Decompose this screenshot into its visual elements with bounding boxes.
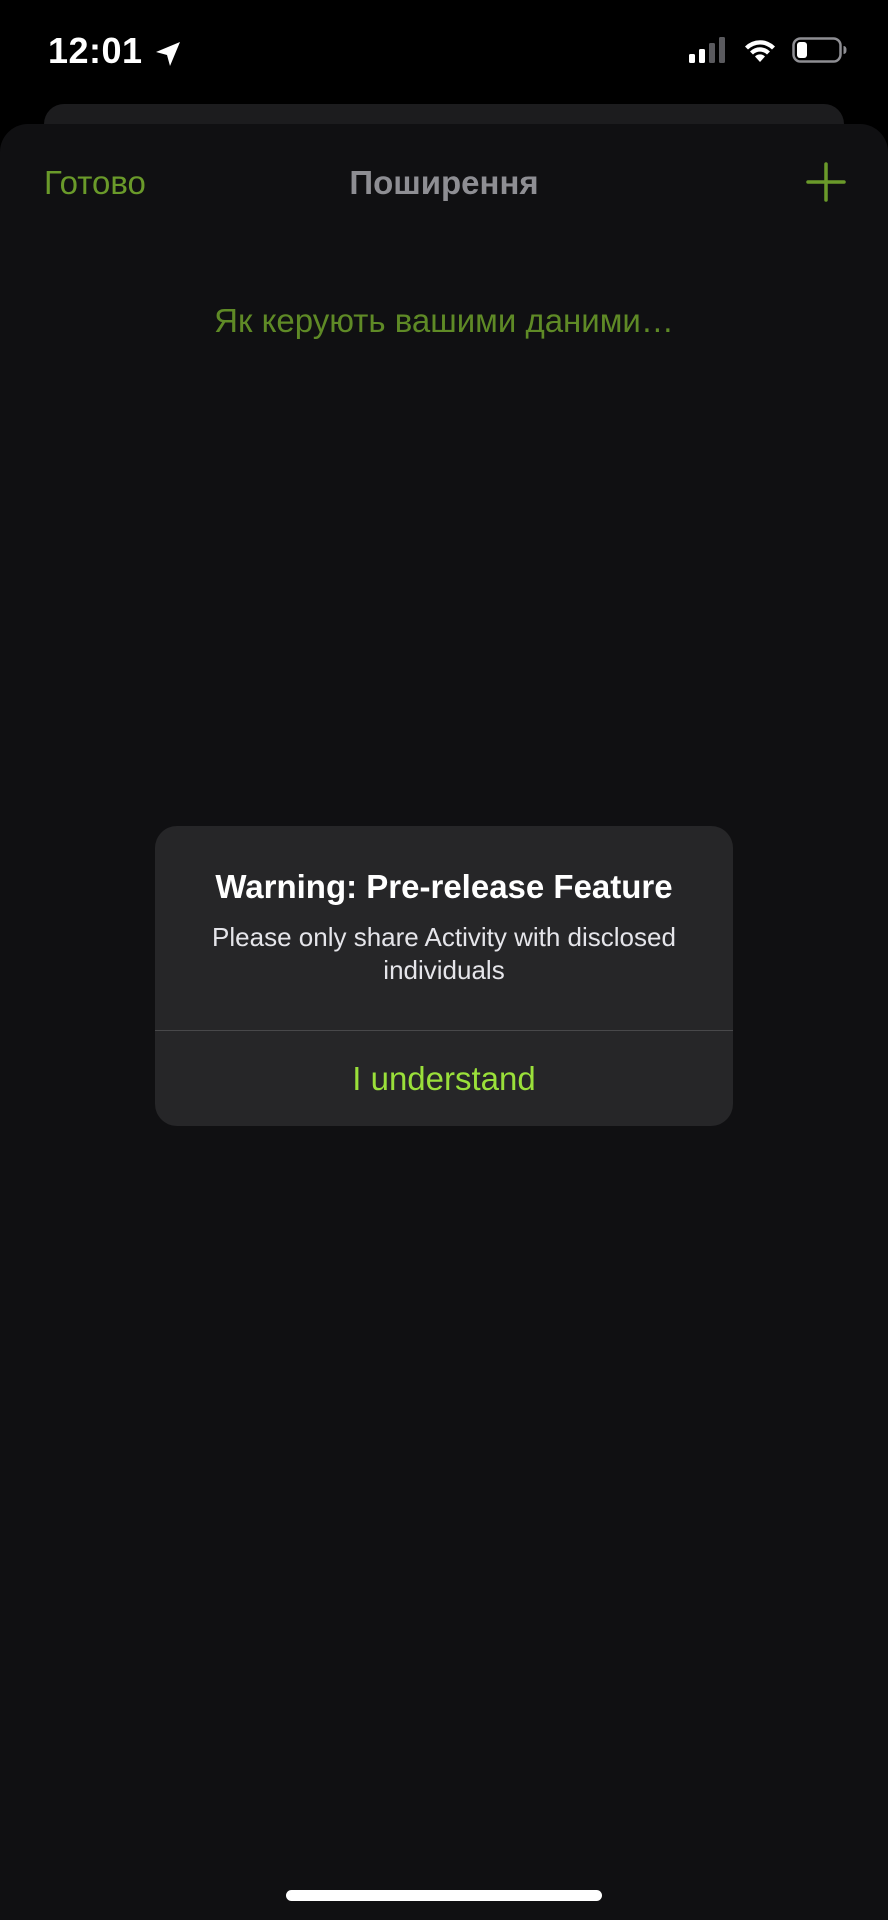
status-icons bbox=[688, 36, 848, 69]
status-time: 12:01 bbox=[48, 30, 143, 71]
location-arrow-icon bbox=[153, 36, 183, 66]
cellular-signal-icon bbox=[688, 36, 728, 69]
wifi-icon bbox=[742, 36, 778, 69]
pre-release-warning-alert: Warning: Pre-release Feature Please only… bbox=[155, 826, 733, 1126]
screen: 12:01 Готово Поширення Як керують вашими… bbox=[0, 0, 888, 1920]
nav-bar: Готово Поширення bbox=[0, 124, 888, 244]
page-title: Поширення bbox=[349, 164, 539, 201]
alert-message: Please only share Activity with disclose… bbox=[212, 922, 676, 985]
battery-icon bbox=[792, 36, 848, 69]
plus-icon[interactable] bbox=[804, 160, 848, 204]
data-management-link[interactable]: Як керують вашими даними… bbox=[0, 302, 888, 340]
status-bar: 12:01 bbox=[0, 0, 888, 110]
home-indicator[interactable] bbox=[286, 1890, 602, 1901]
i-understand-button[interactable]: I understand bbox=[155, 1031, 733, 1126]
alert-title: Warning: Pre-release Feature bbox=[215, 868, 673, 905]
status-time-group: 12:01 bbox=[48, 30, 183, 72]
